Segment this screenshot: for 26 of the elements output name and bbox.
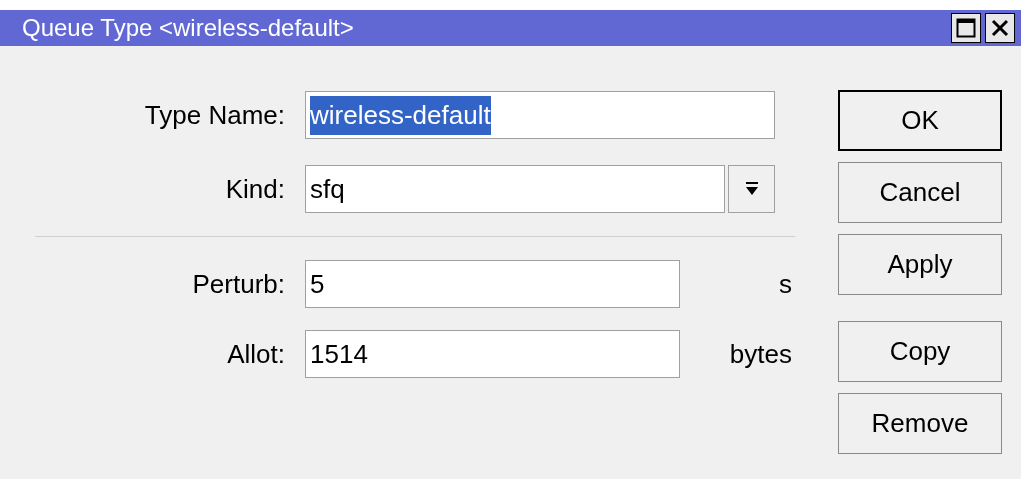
close-icon [991,19,1009,37]
dialog-button[interactable]: Cancel [838,162,1002,223]
input-field[interactable]: sfq [305,165,725,213]
unit-label: s [778,267,793,301]
field-label: Allot: [226,337,286,371]
dialog-button[interactable]: OK [838,90,1002,151]
dialog-button[interactable]: Remove [838,393,1002,454]
dialog-button[interactable]: Copy [838,321,1002,382]
maximize-icon [956,18,976,38]
maximize-button[interactable] [951,13,981,43]
input-field[interactable]: 5 [305,260,680,308]
dropdown-arrow-icon [744,182,759,196]
field-value: 5 [310,267,325,301]
field-label: Perturb: [191,267,286,301]
field-label: Kind: [224,172,286,206]
dialog-button[interactable]: Apply [838,234,1002,295]
input-field[interactable]: wireless-default [305,91,775,139]
input-field[interactable]: 1514 [305,330,680,378]
unit-label: bytes [728,337,793,371]
dropdown-button[interactable] [728,165,775,213]
field-value: wireless-default [310,95,491,135]
field-value: sfq [310,172,345,206]
field-label: Type Name: [143,98,286,132]
close-button[interactable] [985,13,1015,43]
window-title: Queue Type <wireless-default> [22,13,355,43]
field-value: 1514 [310,337,368,371]
